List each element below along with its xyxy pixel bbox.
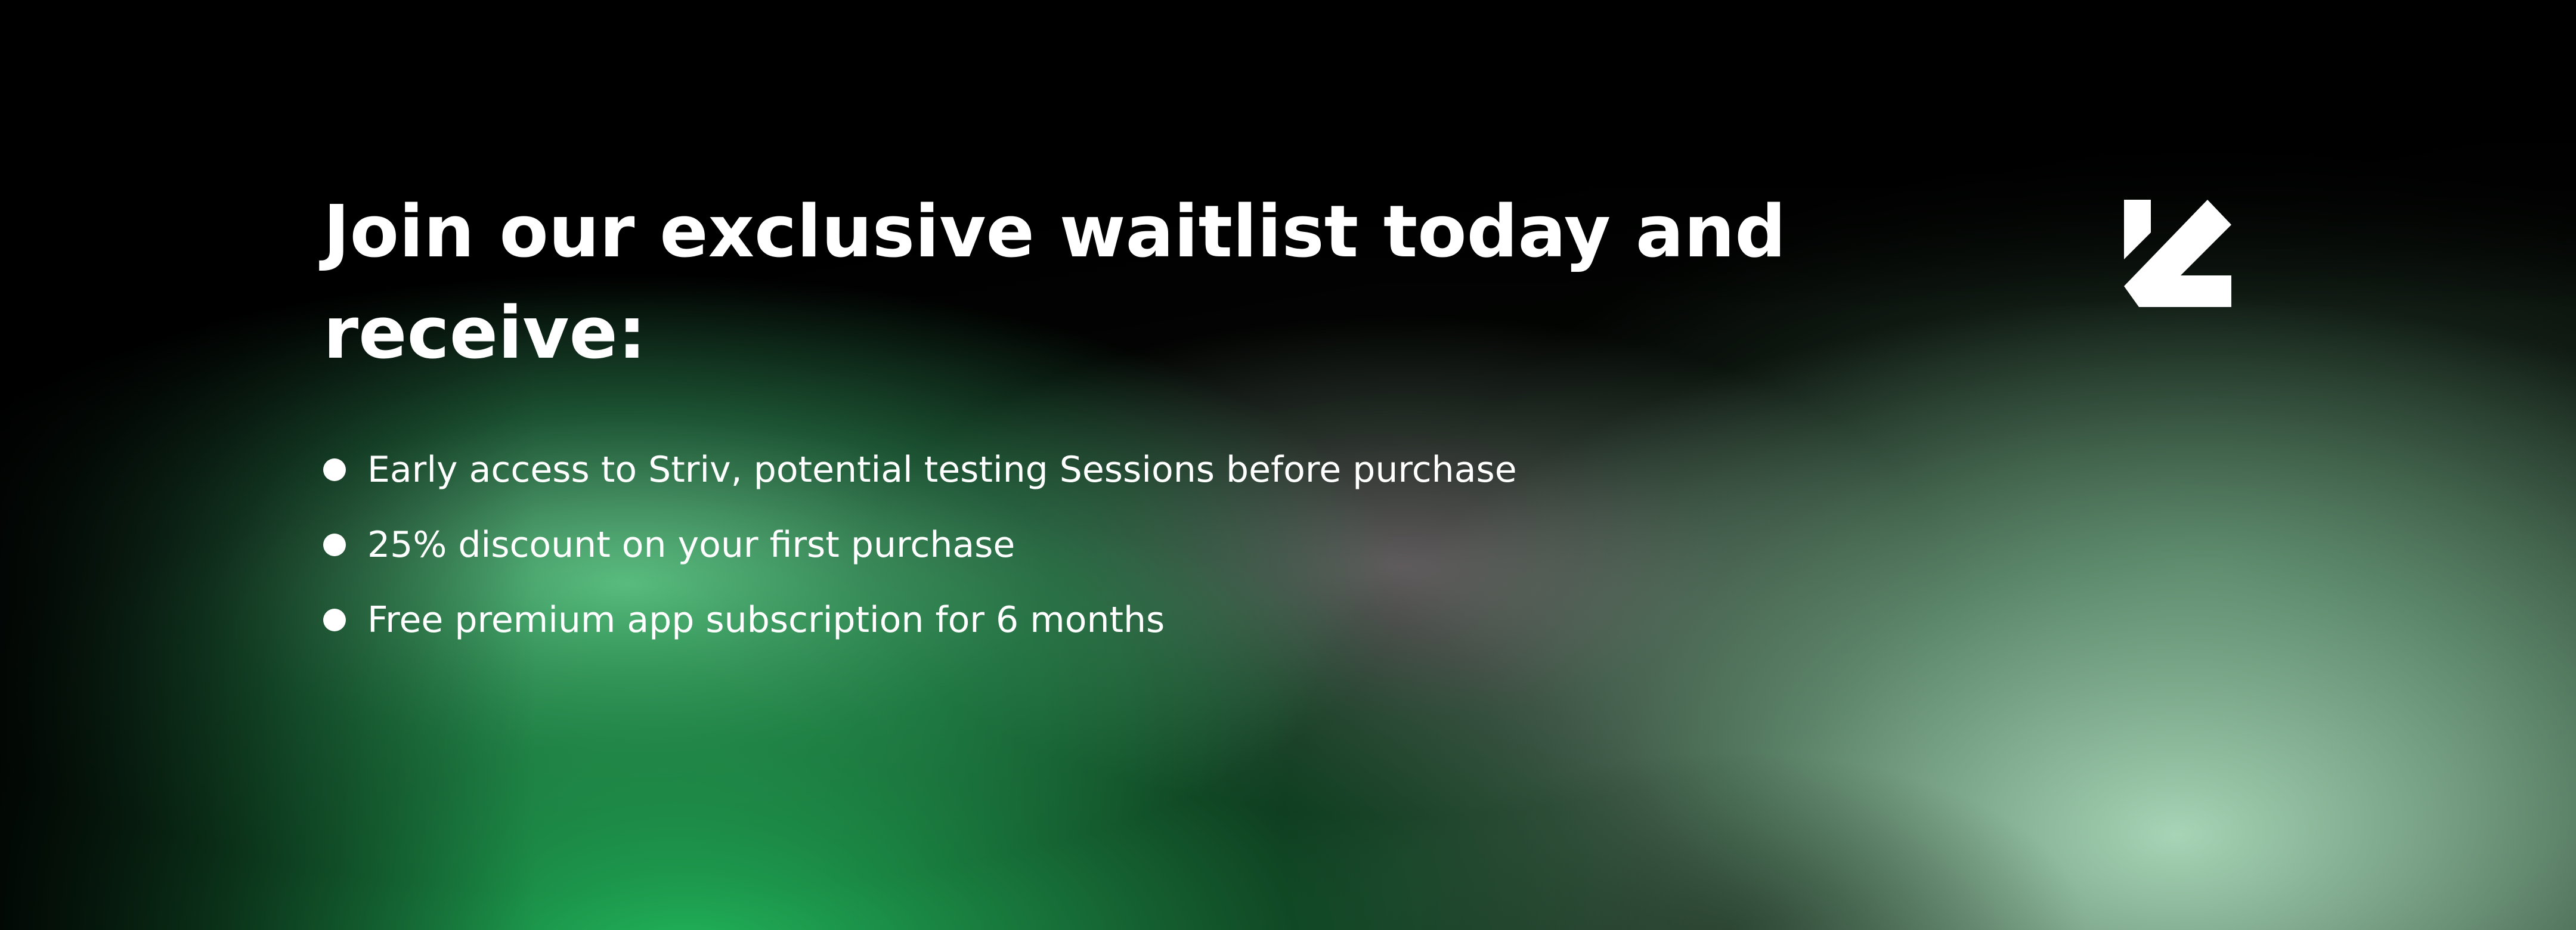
benefit-item: 25% discount on your first purchase [323,507,1814,582]
benefit-text: Early access to Striv, potential testing… [367,449,1517,491]
waitlist-banner: Join our exclusive waitlist today and re… [0,0,2576,930]
striv-logo-icon [2124,200,2231,307]
benefit-item: Free premium app subscription for 6 mont… [323,582,1814,658]
bullet-icon [323,609,346,631]
benefits-list: Early access to Striv, potential testing… [323,432,1814,658]
banner-content: Join our exclusive waitlist today and re… [323,182,1814,658]
bottom-shade [1371,626,2087,930]
bullet-icon [323,458,346,481]
headline: Join our exclusive waitlist today and re… [323,191,1787,375]
bullet-icon [323,534,346,556]
benefit-item: Early access to Striv, potential testing… [323,432,1814,507]
benefit-text: 25% discount on your first purchase [367,524,1015,566]
benefit-text: Free premium app subscription for 6 mont… [367,599,1165,641]
